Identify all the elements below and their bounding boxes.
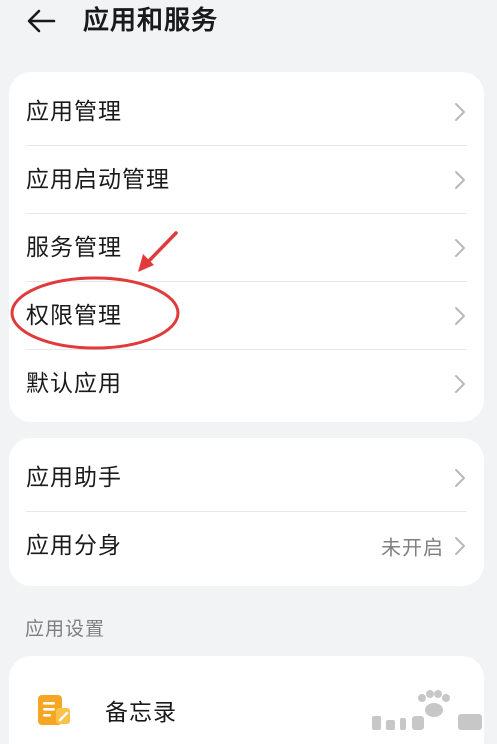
chevron-right-icon bbox=[455, 103, 465, 121]
menu-item-app-launch-management[interactable]: 应用启动管理 bbox=[9, 146, 484, 214]
menu-item-label: 应用管理 bbox=[26, 99, 122, 125]
menu-item-app-management[interactable]: 应用管理 bbox=[9, 78, 484, 146]
menu-item-label: 默认应用 bbox=[26, 371, 122, 397]
header: 应用和服务 bbox=[0, 0, 497, 50]
menu-item-app-twin[interactable]: 应用分身 未开启 bbox=[9, 512, 484, 580]
chevron-right-icon bbox=[455, 469, 465, 487]
menu-item-permission-management[interactable]: 权限管理 bbox=[9, 282, 484, 350]
chevron-right-icon bbox=[455, 171, 465, 189]
menu-item-default-apps[interactable]: 默认应用 bbox=[9, 350, 484, 418]
menu-item-label: 权限管理 bbox=[26, 303, 122, 329]
app-services-settings-page: 应用和服务 应用管理 应用启动管理 服务管理 权限管理 默认应用 应用助手 应用… bbox=[0, 0, 497, 744]
chevron-right-icon bbox=[455, 375, 465, 393]
menu-item-label: 应用启动管理 bbox=[26, 167, 170, 193]
app-management-card: 应用管理 应用启动管理 服务管理 权限管理 默认应用 bbox=[9, 72, 484, 422]
chevron-right-icon bbox=[455, 307, 465, 325]
section-label-app-settings: 应用设置 bbox=[25, 618, 106, 640]
chevron-right-icon bbox=[455, 239, 465, 257]
page-title: 应用和服务 bbox=[83, 6, 219, 36]
back-button[interactable] bbox=[22, 3, 62, 39]
chevron-right-icon bbox=[455, 537, 465, 555]
menu-item-label: 应用助手 bbox=[26, 465, 122, 491]
status-value: 未开启 bbox=[381, 535, 444, 560]
menu-item-app-assistant[interactable]: 应用助手 bbox=[9, 444, 484, 512]
notes-app-icon bbox=[38, 695, 70, 725]
menu-item-service-management[interactable]: 服务管理 bbox=[9, 214, 484, 282]
arrow-left-icon bbox=[27, 9, 56, 33]
watermark-logo-icon bbox=[372, 690, 482, 730]
menu-item-label: 应用分身 bbox=[26, 533, 122, 559]
menu-item-label: 服务管理 bbox=[26, 235, 122, 261]
app-name: 备忘录 bbox=[105, 700, 177, 726]
app-tools-card: 应用助手 应用分身 未开启 bbox=[9, 438, 484, 586]
